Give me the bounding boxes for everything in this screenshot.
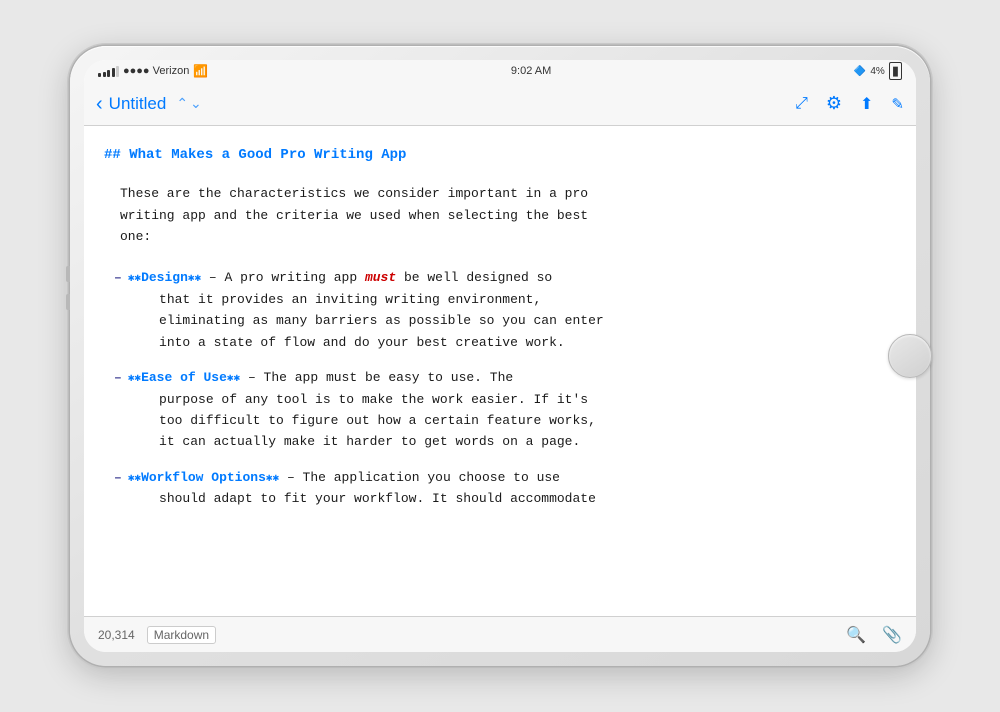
status-carrier: ●●●● Verizon 📶 (98, 64, 208, 78)
paperclip-icon[interactable]: 📎 (882, 625, 902, 645)
bluetooth-icon: 🔷 (854, 66, 866, 77)
status-time: 9:02 AM (511, 65, 551, 77)
battery-icon: ▮ (889, 62, 902, 80)
search-icon[interactable]: 🔍 (846, 625, 866, 645)
asterisk-open: ✱✱ (128, 273, 141, 285)
home-button[interactable] (888, 334, 932, 378)
signal-icon (98, 66, 119, 77)
nav-back-title[interactable]: Untitled (109, 94, 167, 114)
asterisk-close: ✱✱ (188, 273, 201, 285)
intro-paragraph: These are the characteristics we conside… (120, 183, 896, 247)
volume-up-button[interactable] (66, 266, 70, 282)
asterisk-close: ✱✱ (266, 473, 279, 485)
list-item-content: ✱✱Ease of Use✱✱ – The app must be easy t… (128, 367, 896, 453)
asterisk-open: ✱✱ (128, 473, 141, 485)
list-item-content: ✱✱Workflow Options✱✱ – The application y… (128, 467, 896, 510)
wifi-icon: 📶 (193, 64, 208, 78)
list-dash-icon: – (114, 267, 122, 288)
list-item: – ✱✱Design✱✱ – A pro writing app must be… (114, 267, 896, 353)
carrier-label: ●●●● Verizon (123, 65, 189, 77)
volume-down-button[interactable] (66, 294, 70, 310)
list-section: – ✱✱Design✱✱ – A pro writing app must be… (114, 267, 896, 509)
list-item: – ✱✱Workflow Options✱✱ – The application… (114, 467, 896, 510)
bottom-right-section: 🔍 📎 (846, 625, 902, 645)
list-item: – ✱✱Ease of Use✱✱ – The app must be easy… (114, 367, 896, 453)
nav-chevrons: ⌃ ⌄ (176, 95, 201, 112)
status-battery: 🔷 4% ▮ (854, 62, 902, 80)
gear-icon[interactable]: ⚙ (826, 93, 842, 114)
pointer-icon[interactable]: ⤢ (795, 95, 808, 113)
list-item-content: ✱✱Design✱✱ – A pro writing app must be w… (128, 267, 896, 353)
nav-right-section: ⤢ ⚙ ⬆︎ ✎ (795, 93, 904, 114)
list-dash-icon: – (114, 467, 122, 488)
back-arrow-icon[interactable]: ‹ (96, 94, 103, 114)
must-label: must (365, 270, 396, 285)
nav-bar: ‹ Untitled ⌃ ⌄ ⤢ ⚙ ⬆︎ ✎ (84, 82, 916, 126)
chevron-down-icon[interactable]: ⌄ (190, 95, 202, 112)
edit-icon[interactable]: ✎ (891, 95, 904, 113)
chevron-up-icon[interactable]: ⌃ (176, 95, 188, 112)
status-bar: ●●●● Verizon 📶 9:02 AM 🔷 4% ▮ (84, 60, 916, 82)
battery-pct: 4% (870, 66, 884, 77)
workflow-options-label: Workflow Options (141, 470, 266, 485)
document-content: ## What Makes a Good Pro Writing App The… (84, 126, 916, 616)
asterisk-close: ✱✱ (227, 373, 240, 385)
ipad-screen: ●●●● Verizon 📶 9:02 AM 🔷 4% ▮ ‹ Untitled… (84, 60, 916, 652)
ease-of-use-label: Ease of Use (141, 370, 227, 385)
asterisk-open: ✱✱ (128, 373, 141, 385)
word-count-label: 20,314 (98, 628, 135, 642)
nav-left-section: ‹ Untitled ⌃ ⌄ (96, 94, 256, 114)
document-heading: ## What Makes a Good Pro Writing App (104, 144, 896, 167)
list-dash-icon: – (114, 367, 122, 388)
ipad-device: ●●●● Verizon 📶 9:02 AM 🔷 4% ▮ ‹ Untitled… (70, 46, 930, 666)
share-icon[interactable]: ⬆︎ (860, 94, 873, 114)
bottom-bar: 20,314 Markdown 🔍 📎 (84, 616, 916, 652)
format-badge: Markdown (147, 626, 216, 644)
bottom-left-section: 20,314 Markdown (98, 626, 846, 644)
design-label: Design (141, 270, 188, 285)
